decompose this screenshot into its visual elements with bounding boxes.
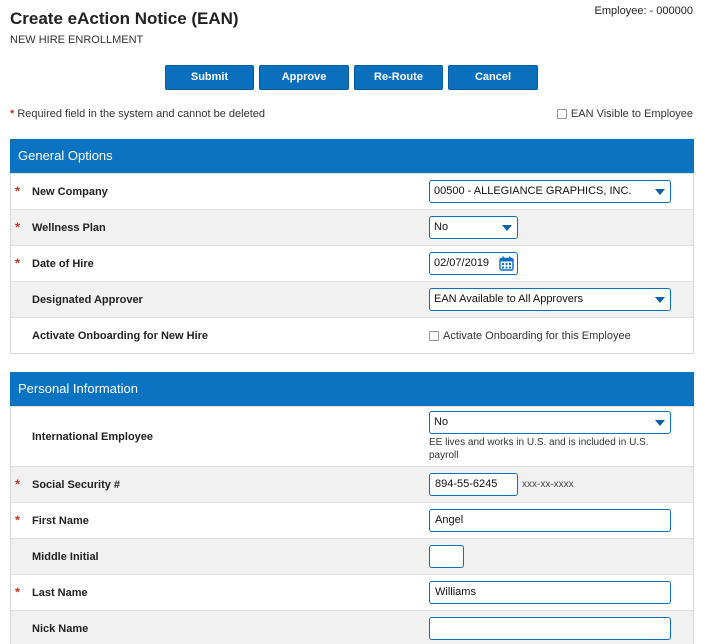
international-employee-field: No EE lives and works in U.S. and is inc…: [429, 411, 671, 462]
wellness-plan-select[interactable]: No: [429, 216, 518, 239]
ean-visible-label: EAN Visible to Employee: [570, 108, 693, 120]
middle-initial-input[interactable]: [429, 545, 464, 568]
middle-initial-row: Middle Initial: [11, 538, 693, 574]
middle-initial-label: Middle Initial: [32, 550, 99, 563]
last-name-input[interactable]: Williams: [429, 581, 671, 604]
wellness-plan-value: No: [434, 221, 449, 233]
international-employee-help: EE lives and works in U.S. and is includ…: [429, 437, 649, 461]
wellness-plan-label: Wellness Plan: [32, 221, 106, 234]
activate-onboarding-label: Activate Onboarding for New Hire: [32, 329, 209, 342]
ssn-row: * Social Security # 894-55-6245 xxx-xx-x…: [11, 466, 693, 502]
employee-label: Employee: - 000000: [594, 5, 693, 17]
first-name-input[interactable]: Angel: [429, 509, 671, 532]
nick-name-input[interactable]: [429, 617, 671, 640]
ean-visible-toggle[interactable]: EAN Visible to Employee: [556, 108, 693, 120]
page-subtitle: NEW HIRE ENROLLMENT: [10, 34, 144, 46]
date-of-hire-value: 02/07/2019: [434, 257, 490, 269]
general-options-header: General Options: [10, 139, 694, 173]
new-company-row: * New Company 00500 - ALLEGIANCE GRAPHIC…: [11, 173, 693, 209]
required-note: * Required field in the system and canno…: [10, 108, 265, 120]
personal-info-section: Personal Information International Emplo…: [10, 372, 694, 644]
nick-name-row: Nick Name: [11, 610, 693, 644]
required-asterisk-icon: *: [15, 183, 21, 199]
ssn-format-hint: xxx-xx-xxxx: [522, 479, 574, 490]
page-title: Create eAction Notice (EAN): [10, 9, 239, 28]
general-options-section: General Options * New Company 00500 - AL…: [10, 139, 694, 354]
activate-onboarding-checkbox[interactable]: [429, 330, 439, 341]
reroute-button[interactable]: Re-Route: [354, 65, 443, 90]
international-employee-value: No: [434, 416, 449, 428]
personal-info-header: Personal Information: [10, 372, 694, 406]
date-of-hire-row: * Date of Hire 02/07/2019: [11, 245, 693, 281]
required-asterisk-icon: *: [15, 476, 21, 492]
chevron-down-icon: [655, 297, 665, 303]
international-employee-row: International Employee No EE lives and w…: [11, 406, 693, 466]
designated-approver-value: EAN Available to All Approvers: [434, 293, 583, 305]
activate-onboarding-checkbox-label: Activate Onboarding for this Employee: [443, 329, 631, 342]
designated-approver-select[interactable]: EAN Available to All Approvers: [429, 288, 671, 311]
required-asterisk-icon: *: [15, 219, 21, 235]
wellness-plan-row: * Wellness Plan No: [11, 209, 693, 245]
nick-name-label: Nick Name: [32, 622, 89, 635]
designated-approver-label: Designated Approver: [32, 293, 143, 306]
required-asterisk-icon: *: [15, 255, 21, 271]
ssn-label: Social Security #: [32, 478, 121, 491]
submit-button[interactable]: Submit: [165, 65, 254, 90]
international-employee-label: International Employee: [32, 430, 154, 443]
required-asterisk-icon: *: [15, 584, 21, 600]
last-name-label: Last Name: [32, 586, 88, 599]
ean-visible-checkbox[interactable]: [556, 109, 567, 119]
first-name-label: First Name: [32, 514, 89, 527]
date-of-hire-field: 02/07/2019: [429, 252, 518, 275]
chevron-down-icon: [655, 189, 665, 195]
activate-onboarding-row: Activate Onboarding for New Hire Activat…: [11, 317, 693, 353]
calendar-icon[interactable]: [499, 256, 514, 271]
required-note-text: Required field in the system and cannot …: [17, 108, 266, 120]
new-company-label: New Company: [32, 185, 108, 198]
date-of-hire-label: Date of Hire: [32, 257, 94, 270]
cancel-button[interactable]: Cancel: [448, 65, 538, 90]
ssn-field: 894-55-6245 xxx-xx-xxxx: [429, 473, 574, 496]
new-company-select[interactable]: 00500 - ALLEGIANCE GRAPHICS, INC.: [429, 180, 671, 203]
action-bar: Submit Approve Re-Route Cancel: [165, 65, 538, 90]
last-name-row: * Last Name Williams: [11, 574, 693, 610]
designated-approver-row: Designated Approver EAN Available to All…: [11, 281, 693, 317]
new-company-value: 00500 - ALLEGIANCE GRAPHICS, INC.: [434, 185, 632, 197]
ssn-input[interactable]: 894-55-6245: [429, 473, 518, 496]
first-name-row: * First Name Angel: [11, 502, 693, 538]
required-asterisk-icon: *: [10, 108, 15, 120]
required-asterisk-icon: *: [15, 512, 21, 528]
international-employee-select[interactable]: No: [429, 411, 671, 434]
date-of-hire-input[interactable]: 02/07/2019: [429, 252, 518, 275]
chevron-down-icon: [655, 420, 665, 426]
chevron-down-icon: [502, 225, 512, 231]
approve-button[interactable]: Approve: [259, 65, 349, 90]
activate-onboarding-field[interactable]: Activate Onboarding for this Employee: [429, 330, 631, 342]
